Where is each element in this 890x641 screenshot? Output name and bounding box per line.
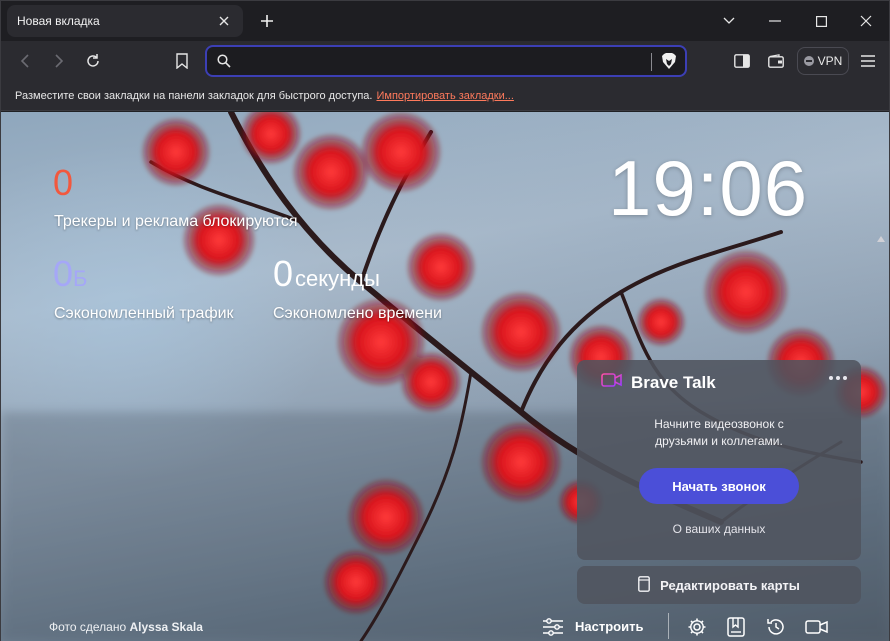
maximize-icon[interactable] bbox=[806, 9, 836, 33]
forward-icon[interactable] bbox=[47, 49, 71, 73]
tab-strip: Новая вкладка bbox=[1, 1, 889, 41]
privacy-link[interactable]: О ваших данных bbox=[577, 522, 861, 536]
history-icon[interactable] bbox=[764, 615, 788, 639]
time-saved-value: 0 bbox=[273, 253, 294, 294]
cards-icon bbox=[638, 575, 650, 595]
scroll-up-icon[interactable] bbox=[877, 229, 885, 242]
brave-lion-icon[interactable] bbox=[661, 52, 677, 75]
reading-list-icon[interactable] bbox=[724, 615, 748, 639]
chevron-down-icon[interactable] bbox=[714, 9, 744, 33]
vpn-button[interactable]: VPN bbox=[797, 47, 849, 75]
wallet-icon[interactable] bbox=[764, 49, 788, 73]
brave-talk-icon bbox=[601, 372, 623, 393]
reload-icon[interactable] bbox=[81, 49, 105, 73]
menu-icon[interactable] bbox=[856, 49, 880, 73]
edit-cards-button[interactable]: Редактировать карты bbox=[577, 566, 861, 604]
video-camera-icon[interactable] bbox=[805, 615, 829, 639]
trackers-blocked-value: 0 bbox=[53, 162, 74, 203]
trackers-blocked-label: Трекеры и реклама блокируются bbox=[54, 213, 298, 230]
clock: 19:06 bbox=[608, 144, 809, 232]
brave-talk-title: Brave Talk bbox=[631, 372, 716, 392]
more-icon[interactable] bbox=[829, 376, 847, 380]
edit-cards-label: Редактировать карты bbox=[660, 577, 800, 593]
tab-new-tab[interactable]: Новая вкладка bbox=[7, 5, 243, 37]
bookmark-icon[interactable] bbox=[170, 49, 194, 73]
brave-talk-card: Brave Talk Начните видеозвонок с друзьям… bbox=[577, 360, 861, 560]
sidebar-icon[interactable] bbox=[730, 49, 754, 73]
brave-talk-description-line1: Начните видеозвонок с bbox=[654, 417, 784, 431]
import-bookmarks-link[interactable]: Импортировать закладки... bbox=[376, 90, 513, 102]
toolbar: VPN bbox=[1, 41, 889, 81]
address-bar[interactable] bbox=[205, 45, 687, 77]
vpn-status-icon bbox=[803, 56, 814, 66]
bookmarks-bar: Разместите свои закладки на панели закла… bbox=[1, 81, 889, 111]
back-icon[interactable] bbox=[13, 49, 37, 73]
close-window-icon[interactable] bbox=[851, 9, 881, 33]
time-saved-count: 0секунды bbox=[273, 253, 380, 295]
photo-credit: Фото сделано Alyssa Skala bbox=[49, 620, 203, 634]
sliders-icon[interactable] bbox=[541, 615, 565, 639]
footer-divider bbox=[668, 613, 669, 639]
address-divider bbox=[651, 53, 652, 71]
tab-title: Новая вкладка bbox=[17, 14, 100, 28]
customize-button[interactable]: Настроить bbox=[575, 619, 643, 634]
bandwidth-saved-label: Сэкономленный трафик bbox=[54, 305, 234, 322]
photo-credit-prefix: Фото сделано bbox=[49, 620, 127, 634]
browser-window: Новая вкладка VPN Разместите свои заклад… bbox=[0, 0, 890, 641]
brave-talk-header: Brave Talk bbox=[601, 372, 716, 393]
bandwidth-saved-unit: Б bbox=[73, 266, 88, 291]
gear-icon[interactable] bbox=[685, 615, 709, 639]
brave-talk-description-line2: друзьями и коллегами. bbox=[655, 434, 783, 448]
vpn-label: VPN bbox=[817, 54, 843, 68]
search-icon bbox=[217, 54, 231, 73]
brave-talk-description: Начните видеозвонок с друзьями и коллега… bbox=[577, 416, 861, 450]
minimize-icon[interactable] bbox=[760, 9, 790, 33]
start-call-button[interactable]: Начать звонок bbox=[639, 468, 799, 504]
time-saved-label: Сэкономлено времени bbox=[273, 305, 442, 322]
plus-icon[interactable] bbox=[255, 9, 279, 33]
trackers-blocked-count: 0 bbox=[53, 162, 73, 204]
time-saved-unit: секунды bbox=[295, 266, 380, 291]
bandwidth-saved-count: 0Б bbox=[53, 253, 87, 295]
photo-credit-author[interactable]: Alyssa Skala bbox=[130, 620, 203, 634]
close-icon[interactable] bbox=[215, 12, 233, 30]
bookmarks-bar-message: Разместите свои закладки на панели закла… bbox=[15, 89, 373, 102]
bandwidth-saved-value: 0 bbox=[53, 253, 74, 294]
